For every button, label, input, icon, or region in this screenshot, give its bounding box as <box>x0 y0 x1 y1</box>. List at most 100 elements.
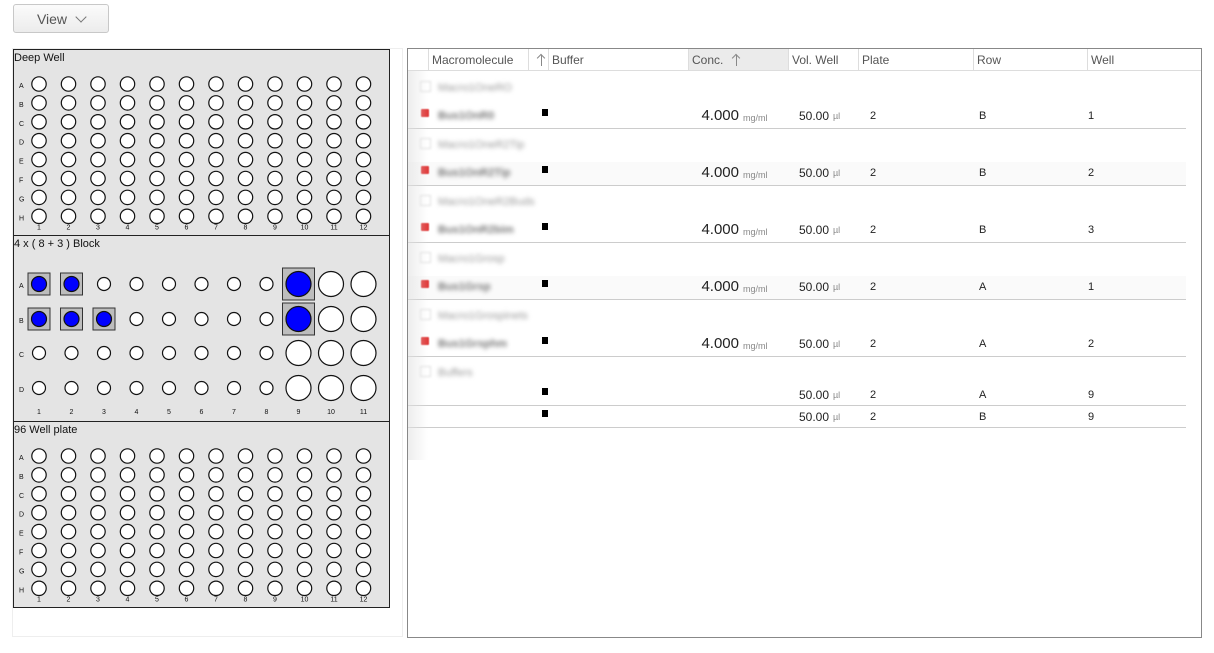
column-header-macromolecule[interactable]: Macromolecule <box>428 49 528 70</box>
table-row[interactable]: Bus1Grsphm 4.000 mg/ml 50.00 µl 2 A 2 <box>408 333 1186 357</box>
well-B2[interactable] <box>60 467 77 483</box>
well-E11[interactable] <box>326 151 342 168</box>
well-B7[interactable] <box>208 95 224 111</box>
well-F3[interactable] <box>90 542 106 559</box>
well-C8[interactable] <box>259 345 274 361</box>
well-D7[interactable] <box>208 132 224 149</box>
table-row[interactable]: Bus1OnR2bim 4.000 mg/ml 50.00 µl 2 B 3 <box>408 219 1186 243</box>
well-F2[interactable] <box>60 170 77 187</box>
well-C4[interactable] <box>119 114 136 130</box>
well-E12[interactable] <box>355 151 372 168</box>
well-H11[interactable] <box>326 208 342 225</box>
well-B2[interactable] <box>60 95 77 111</box>
well-H12[interactable] <box>355 580 372 597</box>
well-B8[interactable] <box>259 311 274 327</box>
well-A8[interactable] <box>237 448 254 464</box>
well-D2[interactable] <box>64 380 79 396</box>
well-C6[interactable] <box>178 486 195 502</box>
well-F12[interactable] <box>355 542 372 559</box>
drag-handle-icon[interactable] <box>542 109 548 116</box>
well-H8[interactable] <box>237 208 254 225</box>
well-H6[interactable] <box>178 208 195 225</box>
well-A5[interactable] <box>161 276 177 292</box>
drag-handle-icon[interactable] <box>542 166 548 173</box>
well-D3[interactable] <box>90 132 106 149</box>
well-D6[interactable] <box>178 132 195 149</box>
well-D1[interactable] <box>31 380 47 396</box>
well-E1[interactable] <box>31 151 47 168</box>
well-A8[interactable] <box>237 76 254 92</box>
well-B3[interactable] <box>90 95 106 111</box>
well-F4[interactable] <box>119 170 136 187</box>
well-A11[interactable] <box>326 76 342 92</box>
well-B1[interactable] <box>31 95 47 111</box>
well-C9[interactable] <box>285 339 312 367</box>
well-B3[interactable] <box>90 467 106 483</box>
well-G1[interactable] <box>31 561 47 578</box>
well-C1[interactable] <box>31 486 47 502</box>
well-F6[interactable] <box>178 542 195 559</box>
well-D1[interactable] <box>31 132 47 149</box>
well-E11[interactable] <box>326 523 342 540</box>
well-D9[interactable] <box>267 504 283 521</box>
well-C12[interactable] <box>355 486 372 502</box>
well-A12[interactable] <box>355 448 372 464</box>
well-G7[interactable] <box>208 189 224 206</box>
well-B8[interactable] <box>237 95 254 111</box>
well-A12[interactable] <box>355 76 372 92</box>
well-D4[interactable] <box>129 380 144 396</box>
well-C5[interactable] <box>149 486 165 502</box>
well-F9[interactable] <box>267 542 283 559</box>
well-A8[interactable] <box>259 276 274 292</box>
well-C3[interactable] <box>90 486 106 502</box>
well-H5[interactable] <box>149 580 165 597</box>
well-E4[interactable] <box>119 151 136 168</box>
well-C2[interactable] <box>60 114 77 130</box>
well-A3[interactable] <box>90 76 106 92</box>
table-row[interactable]: 50.00 µl 2 B 9 <box>408 406 1186 428</box>
well-D6[interactable] <box>194 380 209 396</box>
well-B4[interactable] <box>119 95 136 111</box>
well-G4[interactable] <box>119 561 136 578</box>
well-F8[interactable] <box>237 542 254 559</box>
well-E1[interactable] <box>31 523 47 540</box>
well-G4[interactable] <box>119 189 136 206</box>
well-C10[interactable] <box>317 339 345 367</box>
column-header-conc[interactable]: Conc. <box>688 49 788 70</box>
well-F1[interactable] <box>31 170 47 187</box>
group-row[interactable]: Buffers <box>408 362 1186 384</box>
well-E5[interactable] <box>149 151 165 168</box>
well-B5[interactable] <box>161 311 177 327</box>
well-F1[interactable] <box>31 542 47 559</box>
column-header-well[interactable]: Well <box>1087 49 1201 70</box>
well-E3[interactable] <box>90 151 106 168</box>
well-D3[interactable] <box>90 504 106 521</box>
well-C5[interactable] <box>161 345 177 361</box>
well-C11[interactable] <box>350 339 377 367</box>
well-C1[interactable] <box>31 345 47 361</box>
well-B2[interactable] <box>63 310 80 328</box>
well-F7[interactable] <box>208 542 224 559</box>
group-row[interactable]: Macro1OneR2Buds <box>408 191 1186 213</box>
well-F2[interactable] <box>60 542 77 559</box>
well-B6[interactable] <box>178 95 195 111</box>
well-C8[interactable] <box>237 114 254 130</box>
well-E7[interactable] <box>208 151 224 168</box>
well-A11[interactable] <box>350 270 377 298</box>
well-H11[interactable] <box>326 580 342 597</box>
table-row[interactable]: Bus1OnR2Tip 4.000 mg/ml 50.00 µl 2 B 2 <box>408 162 1186 186</box>
well-H7[interactable] <box>208 580 224 597</box>
well-A2[interactable] <box>63 275 80 293</box>
well-F11[interactable] <box>326 542 342 559</box>
well-B10[interactable] <box>317 305 345 333</box>
well-E8[interactable] <box>237 523 254 540</box>
well-G8[interactable] <box>237 189 254 206</box>
well-B11[interactable] <box>326 467 342 483</box>
well-E4[interactable] <box>119 523 136 540</box>
well-F5[interactable] <box>149 170 165 187</box>
table-row[interactable]: Bus1OnR0 4.000 mg/ml 50.00 µl 2 B 1 <box>408 105 1186 129</box>
well-A11[interactable] <box>326 448 342 464</box>
well-F8[interactable] <box>237 170 254 187</box>
well-H1[interactable] <box>31 208 47 225</box>
well-D1[interactable] <box>31 504 47 521</box>
